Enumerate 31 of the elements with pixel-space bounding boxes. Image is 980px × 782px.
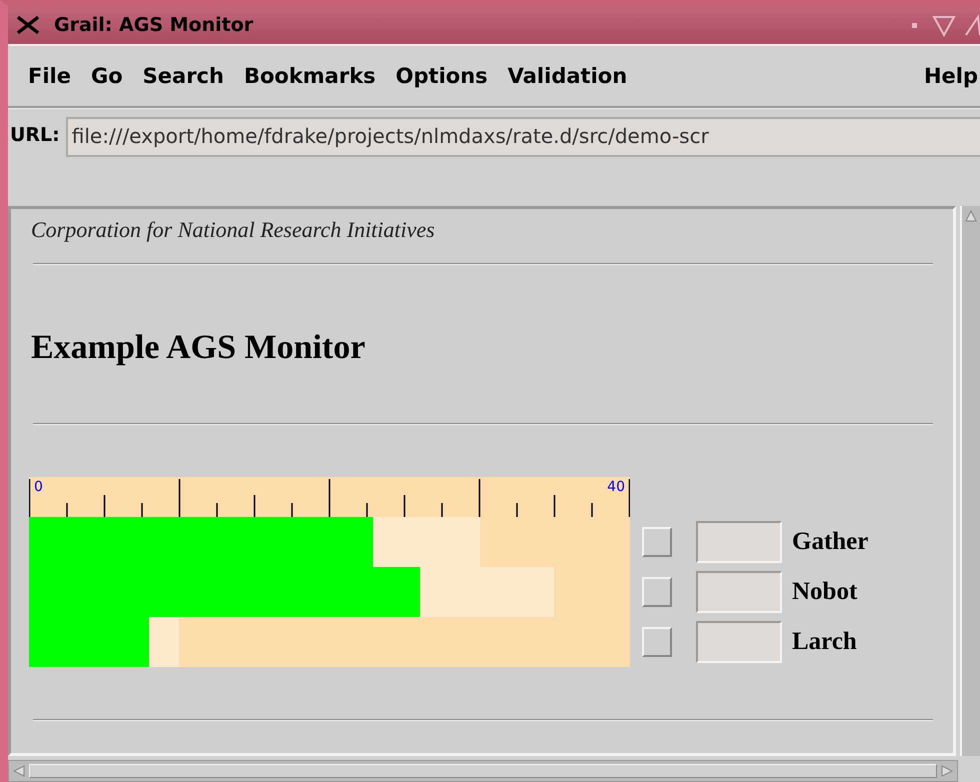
- menu-item[interactable]: Validation: [498, 64, 638, 88]
- menu-item[interactable]: Bookmarks: [234, 64, 386, 88]
- window-title: Grail: AGS Monitor: [54, 14, 254, 36]
- scroll-left-icon[interactable]: [13, 765, 25, 777]
- url-field[interactable]: file:///export/home/fdrake/projects/nlmdaxs/rate.d/src/demo-scr: [66, 117, 980, 157]
- checkbox[interactable]: [642, 527, 672, 557]
- help-menu[interactable]: Help: [914, 64, 980, 88]
- checkbox[interactable]: [642, 627, 672, 657]
- checkbox[interactable]: [642, 577, 672, 607]
- scale-max-label: 40: [607, 479, 625, 495]
- url-label: URL:: [10, 123, 60, 148]
- meter-label: Gather: [792, 528, 868, 556]
- horizontal-scrollbar[interactable]: [8, 760, 958, 782]
- menu-item[interactable]: File: [18, 64, 81, 88]
- scroll-right-icon[interactable]: [941, 765, 953, 777]
- meter-label: Larch: [792, 628, 857, 656]
- value-field[interactable]: [696, 571, 782, 613]
- menu-item[interactable]: Options: [386, 64, 498, 88]
- menu-item[interactable]: Go: [80, 64, 133, 88]
- meter-label: Nobot: [792, 578, 858, 606]
- value-field[interactable]: [696, 621, 782, 663]
- scroll-up-icon[interactable]: [965, 210, 977, 222]
- scroll-thumb[interactable]: [29, 764, 937, 778]
- menu-item[interactable]: Search: [132, 64, 234, 88]
- vertical-scrollbar[interactable]: [960, 206, 980, 756]
- organization-text: Corporation for National Research Initiatives: [30, 216, 436, 244]
- scale-min-label: 0: [34, 479, 43, 495]
- window-controls-icon[interactable]: [910, 13, 980, 37]
- value-field[interactable]: [696, 521, 782, 563]
- x-logo-icon[interactable]: [16, 16, 40, 34]
- page-heading: Example AGS Monitor: [31, 329, 366, 367]
